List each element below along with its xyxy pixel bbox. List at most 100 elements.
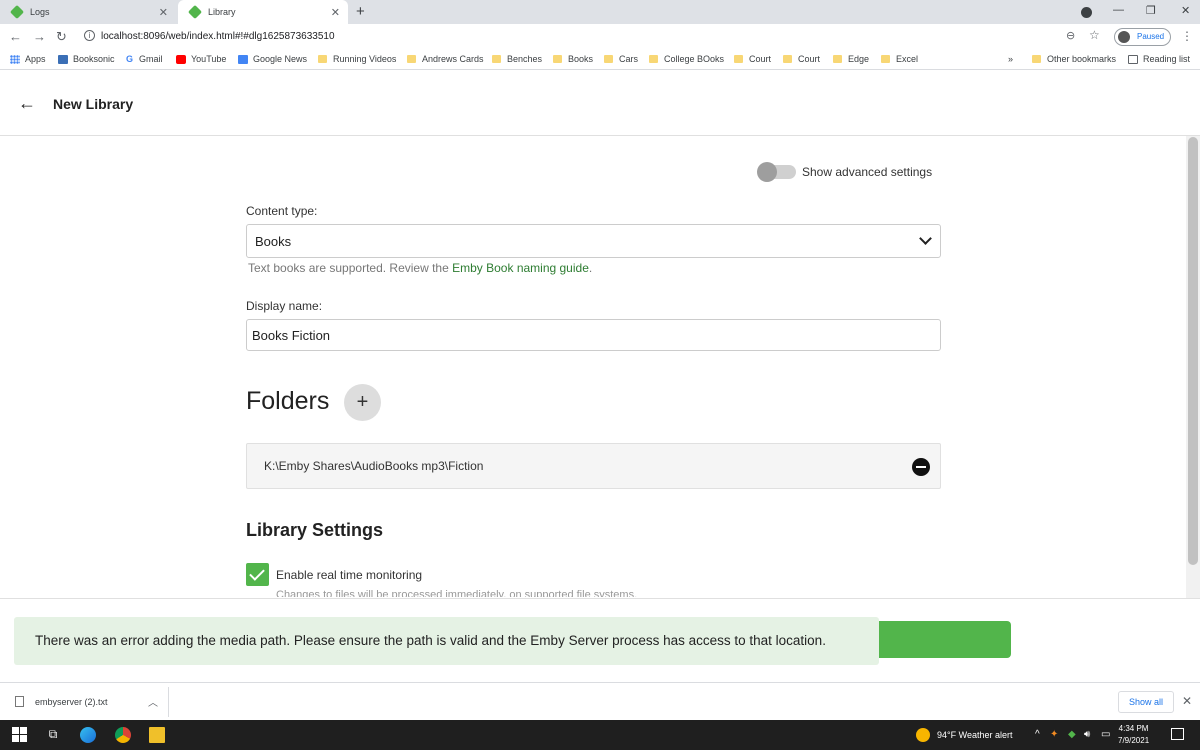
browser-toolbar: ← → ↻ i localhost:8096/web/index.html#!#…: [0, 24, 1200, 50]
bookmark-label: Google News: [253, 54, 308, 64]
url-text: localhost:8096/web/index.html#!#dlg16258…: [101, 31, 335, 42]
task-view-icon[interactable]: ⧉: [45, 727, 61, 743]
chevron-up-icon[interactable]: ︿: [148, 694, 158, 709]
ok-button[interactable]: [860, 621, 1011, 658]
bookmark-folder[interactable]: Court: [734, 54, 771, 64]
content-type-help: Text books are supported. Review the Emb…: [248, 261, 592, 275]
tab-logs[interactable]: Logs ✕: [0, 0, 176, 24]
weather-sun-icon[interactable]: [916, 728, 930, 742]
folder-icon: [881, 55, 890, 63]
content-type-select[interactable]: Books: [246, 224, 941, 258]
chrome-icon[interactable]: [115, 727, 131, 743]
reading-list-button[interactable]: Reading list: [1128, 54, 1190, 64]
chevron-down-icon: [919, 232, 932, 245]
text-file-icon: [15, 696, 24, 707]
app-tray-icon[interactable]: ✦: [1050, 729, 1058, 740]
bookmark-label: Running Videos: [333, 54, 397, 64]
tab-search-icon[interactable]: [1081, 7, 1092, 18]
show-all-button[interactable]: Show all: [1118, 691, 1174, 713]
bookmark-folder[interactable]: Books: [553, 54, 593, 64]
close-tab-icon[interactable]: ✕: [159, 6, 168, 19]
google-news-icon: [238, 54, 248, 64]
file-explorer-icon[interactable]: [149, 727, 165, 743]
close-tab-icon[interactable]: ✕: [331, 6, 340, 19]
edge-icon[interactable]: [80, 727, 96, 743]
folder-list-item: K:\Emby Shares\AudioBooks mp3\Fiction: [246, 443, 941, 489]
network-icon[interactable]: ▭: [1101, 729, 1110, 740]
tab-library[interactable]: Library ✕: [178, 0, 348, 24]
error-toast: There was an error adding the media path…: [14, 617, 879, 665]
bookmark-label: Apps: [25, 54, 46, 64]
apps-grid-icon: [10, 54, 20, 64]
notification-center-icon[interactable]: [1171, 728, 1184, 740]
back-icon[interactable]: ←: [9, 29, 22, 44]
taskbar: ⧉ 94°F Weather alert ^ ✦ ◆ 🔊︎ ▭ 4:34 PM …: [0, 720, 1200, 750]
site-info-icon[interactable]: i: [84, 30, 95, 41]
profile-button[interactable]: Paused: [1114, 28, 1171, 46]
bookmark-star-icon[interactable]: ☆: [1089, 28, 1100, 42]
bookmark-folder[interactable]: Benches: [492, 54, 542, 64]
folder-icon: [604, 55, 613, 63]
bookmark-apps[interactable]: Apps: [10, 54, 46, 64]
close-icon[interactable]: ✕: [1182, 694, 1192, 708]
add-folder-button[interactable]: +: [344, 384, 381, 421]
display-name-value: Books Fiction: [252, 328, 331, 343]
bookmark-label: Reading list: [1143, 54, 1191, 64]
bookmark-folder[interactable]: College BOoks: [649, 54, 724, 64]
emby-tray-icon[interactable]: ◆: [1068, 729, 1076, 740]
bookmark-folder[interactable]: Court: [783, 54, 820, 64]
folders-heading: Folders: [246, 387, 330, 415]
show-hidden-icons-icon[interactable]: ^: [1035, 729, 1040, 740]
bookmarks-bar: Apps Booksonic G Gmail YouTube Google Ne…: [0, 50, 1200, 70]
forward-icon[interactable]: →: [33, 29, 46, 44]
bookmark-booksonic[interactable]: Booksonic: [58, 54, 115, 64]
zoom-icon[interactable]: ⊖: [1066, 29, 1075, 42]
window-close-icon[interactable]: ✕: [1181, 4, 1190, 17]
folder-icon: [407, 55, 416, 63]
scrollbar-thumb[interactable]: [1188, 137, 1198, 565]
system-clock[interactable]: 4:34 PM 7/9/2021: [1118, 723, 1149, 747]
youtube-icon: [176, 54, 186, 64]
folder-path: K:\Emby Shares\AudioBooks mp3\Fiction: [264, 459, 484, 473]
folder-icon: [734, 55, 743, 63]
bookmark-folder[interactable]: Edge: [833, 54, 869, 64]
bookmark-folder[interactable]: Excel: [881, 54, 918, 64]
bookmark-google-news[interactable]: Google News: [238, 54, 307, 64]
volume-icon[interactable]: 🔊︎: [1084, 729, 1090, 740]
bookmark-gmail[interactable]: G Gmail: [126, 54, 163, 64]
reading-list-icon: [1128, 54, 1138, 64]
bookmark-label: Booksonic: [73, 54, 115, 64]
bookmark-folder[interactable]: Running Videos: [318, 54, 396, 64]
display-name-field[interactable]: Books Fiction: [246, 319, 941, 351]
browser-menu-icon[interactable]: ⋮: [1181, 29, 1193, 43]
bookmark-label: Gmail: [139, 54, 163, 64]
tab-title: Library: [208, 7, 236, 17]
realtime-monitoring-checkbox[interactable]: [246, 563, 269, 586]
restore-icon[interactable]: ❐: [1146, 4, 1156, 17]
new-tab-button[interactable]: +: [356, 3, 365, 20]
bookmark-folder[interactable]: Cars: [604, 54, 638, 64]
bookmark-youtube[interactable]: YouTube: [176, 54, 226, 64]
toast-message: There was an error adding the media path…: [35, 633, 826, 648]
minimize-icon[interactable]: —: [1113, 4, 1124, 16]
emby-favicon-icon: [187, 4, 203, 20]
reload-icon[interactable]: ↻: [56, 29, 67, 45]
bookmark-label: Cars: [619, 54, 639, 64]
windows-start-icon[interactable]: [12, 727, 28, 743]
bookmarks-overflow-button[interactable]: »: [1008, 54, 1013, 64]
bookmark-label: Benches: [507, 54, 543, 64]
advanced-settings-toggle[interactable]: [757, 162, 796, 182]
address-bar[interactable]: i localhost:8096/web/index.html#!#dlg162…: [76, 27, 1106, 47]
weather-text[interactable]: 94°F Weather alert: [937, 730, 1012, 740]
folder-icon: [492, 55, 501, 63]
naming-guide-link[interactable]: Emby Book naming guide: [452, 261, 589, 275]
back-arrow-icon[interactable]: ←: [18, 93, 36, 114]
bookmark-folder[interactable]: Andrews Cards: [407, 54, 484, 64]
bookmark-other[interactable]: Other bookmarks: [1032, 54, 1116, 64]
display-name-label: Display name:: [246, 299, 323, 313]
clock-time: 4:34 PM: [1118, 724, 1149, 733]
remove-folder-icon[interactable]: [912, 458, 930, 476]
realtime-monitoring-description: Changes to files will be processed immed…: [276, 589, 638, 597]
page-title: New Library: [53, 96, 134, 112]
download-item[interactable]: embyserver (2).txt: [35, 697, 108, 707]
